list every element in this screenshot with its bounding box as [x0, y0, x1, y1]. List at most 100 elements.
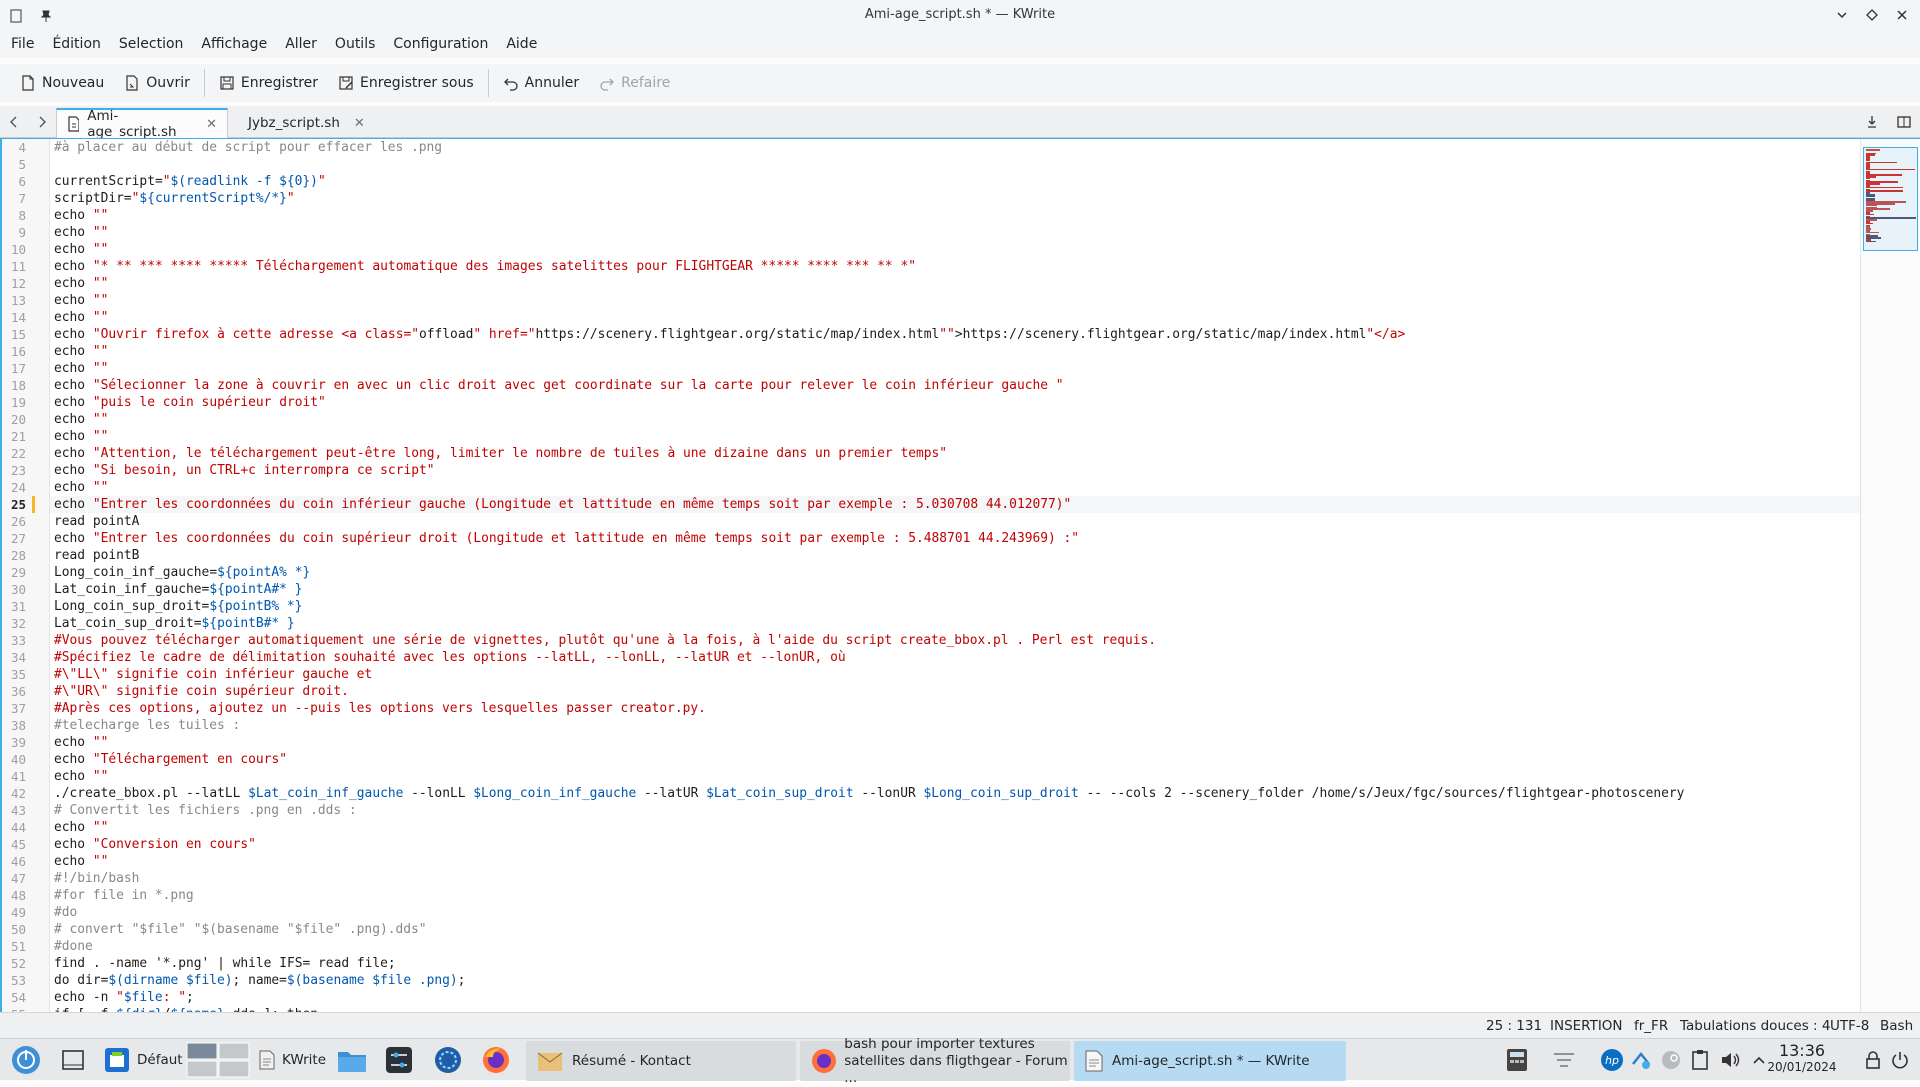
hp-printer-icon[interactable]: hp — [1600, 1043, 1624, 1077]
close-icon[interactable] — [1892, 5, 1912, 25]
code-line[interactable]: # Convertit les fichiers .png en .dds : — [54, 802, 357, 819]
code-line[interactable]: Long_coin_inf_gauche=${pointA% *} — [54, 564, 310, 581]
network-status-icon[interactable] — [1630, 1043, 1652, 1077]
code-line[interactable]: echo "" — [54, 275, 108, 292]
virtual-desktop-pager[interactable] — [186, 1042, 250, 1078]
code-line[interactable]: echo "Ouvrir firefox à cette adresse <a … — [54, 326, 1405, 343]
code-line[interactable]: echo "" — [54, 207, 108, 224]
kwrite-launcher[interactable]: KWrite — [258, 1043, 326, 1077]
clock[interactable]: 13:36 20/01/2024 — [1762, 1042, 1842, 1076]
cursor-position[interactable]: 25 : 131 — [1486, 1013, 1542, 1039]
code-line[interactable]: echo "Sélecionner la zone à couvrir en a… — [54, 377, 1064, 394]
code-line[interactable]: #done — [54, 938, 93, 955]
code-line[interactable]: #!/bin/bash — [54, 870, 139, 887]
code-line[interactable]: Lat_coin_inf_gauche=${pointA#* } — [54, 581, 302, 598]
code-line[interactable]: echo "Entrer les coordonnées du coin inf… — [54, 496, 1071, 513]
indentation-settings[interactable]: Tabulations douces : 4 — [1680, 1013, 1830, 1039]
encoding[interactable]: UTF-8 — [1830, 1013, 1869, 1039]
code-line[interactable]: #\"LL\" signifie coin inférieur gauche e… — [54, 666, 372, 683]
menu-edit[interactable]: Édition — [43, 30, 109, 58]
notifications-icon[interactable] — [1552, 1043, 1576, 1077]
code-line[interactable]: #à placer au début de script pour efface… — [54, 139, 442, 156]
code-line[interactable]: do dir=$(dirname $file); name=$(basename… — [54, 972, 465, 989]
menu-selection[interactable]: Selection — [110, 30, 193, 58]
code-line[interactable]: #telecharge les tuiles : — [54, 717, 240, 734]
code-line[interactable]: Lat_coin_sup_droit=${pointB#* } — [54, 615, 295, 632]
code-line[interactable]: echo "" — [54, 768, 108, 785]
minimap-scrollbar[interactable] — [1860, 139, 1920, 1013]
code-line[interactable]: #do — [54, 904, 77, 921]
split-view-icon[interactable] — [1894, 112, 1914, 132]
code-line[interactable]: echo "" — [54, 343, 108, 360]
pin-tab-icon[interactable] — [1862, 112, 1882, 132]
code-line[interactable]: #\"UR\" signifie coin supérieur droit. — [54, 683, 349, 700]
code-line[interactable]: scriptDir="${currentScript%/*}" — [54, 190, 295, 207]
code-line[interactable]: echo -n "$file: "; — [54, 989, 194, 1006]
code-line[interactable]: currentScript="$(readlink -f ${0})" — [54, 173, 326, 190]
code-line[interactable]: echo "" — [54, 479, 108, 496]
menu-settings[interactable]: Configuration — [384, 30, 497, 58]
syntax-mode[interactable]: Bash — [1880, 1013, 1913, 1039]
task-firefox-forum[interactable]: bash pour importer textures satellites d… — [800, 1036, 1070, 1086]
code-line[interactable]: echo "Conversion en cours" — [54, 836, 256, 853]
tab-close-icon[interactable]: ✕ — [206, 117, 217, 132]
maximize-icon[interactable] — [1862, 5, 1882, 25]
save-as-button[interactable]: Enregistrer sous — [328, 68, 484, 98]
system-settings-icon[interactable] — [384, 1043, 414, 1077]
activity-switcher[interactable]: Défaut — [103, 1043, 183, 1077]
code-line[interactable]: echo "" — [54, 309, 108, 326]
code-line[interactable]: echo "* ** *** **** ***** Téléchargement… — [54, 258, 916, 275]
code-line[interactable]: echo "" — [54, 819, 108, 836]
line-number-gutter[interactable]: 4 5 6 7 8 9 10 11 12 13 14 15 16 17 18 19 20 21 22 23 24 25 26… — [2, 139, 50, 1022]
volume-icon[interactable] — [1720, 1043, 1742, 1077]
undo-button[interactable]: Annuler — [493, 68, 589, 98]
input-mode[interactable]: INSERTION — [1550, 1013, 1623, 1039]
code-line[interactable]: #Spécifiez le cadre de délimitation souh… — [54, 649, 846, 666]
tab-ami-age-script[interactable]: Ami-age_script.sh ✕ — [56, 108, 228, 140]
chevron-left-icon[interactable] — [4, 112, 24, 132]
calculator-icon[interactable] — [1504, 1043, 1530, 1077]
code-line[interactable]: echo "Entrer les coordonnées du coin sup… — [54, 530, 1079, 547]
code-line[interactable]: echo "" — [54, 428, 108, 445]
code-line[interactable]: echo "" — [54, 360, 108, 377]
save-button[interactable]: Enregistrer — [209, 68, 328, 98]
code-line[interactable]: read pointB — [54, 547, 139, 564]
code-line[interactable]: #for file in *.png — [54, 887, 194, 904]
menu-view[interactable]: Affichage — [192, 30, 276, 58]
code-line[interactable]: echo "" — [54, 241, 108, 258]
task-kontact[interactable]: Résumé - Kontact — [526, 1041, 796, 1081]
tab-jybz-script[interactable]: Jybz_script.sh ✕ — [230, 108, 370, 138]
show-desktop-icon[interactable] — [60, 1043, 86, 1077]
code-line[interactable]: #Vous pouvez télécharger automatiquement… — [54, 632, 1156, 649]
power-icon[interactable] — [1890, 1043, 1910, 1077]
redo-button[interactable]: Refaire — [589, 68, 680, 98]
chevron-right-icon[interactable] — [32, 112, 52, 132]
code-line[interactable]: echo "Si besoin, un CTRL+c interrompra c… — [54, 462, 435, 479]
tab-close-icon[interactable]: ✕ — [354, 116, 365, 131]
menu-file[interactable]: File — [2, 30, 43, 58]
open-button[interactable]: Ouvrir — [114, 68, 200, 98]
code-line[interactable]: ./create_bbox.pl --latLL $Lat_coin_inf_g… — [54, 785, 1684, 802]
new-button[interactable]: Nouveau — [10, 68, 114, 98]
steam-tray-icon[interactable] — [1660, 1043, 1682, 1077]
code-line[interactable]: find . -name '*.png' | while IFS= read f… — [54, 955, 396, 972]
dictionary-language[interactable]: fr_FR — [1634, 1013, 1668, 1039]
task-kwrite[interactable]: Ami-age_script.sh * — KWrite — [1074, 1041, 1346, 1081]
code-line[interactable]: echo "" — [54, 224, 108, 241]
code-line[interactable]: read pointA — [54, 513, 139, 530]
code-line[interactable]: echo "puis le coin supérieur droit" — [54, 394, 326, 411]
clipboard-icon[interactable] — [1690, 1043, 1710, 1077]
menu-go[interactable]: Aller — [276, 30, 326, 58]
firefox-icon[interactable] — [481, 1043, 511, 1077]
code-line[interactable]: echo "" — [54, 411, 108, 428]
menu-tools[interactable]: Outils — [326, 30, 384, 58]
code-line[interactable]: echo "Téléchargement en cours" — [54, 751, 287, 768]
minimize-icon[interactable] — [1832, 5, 1852, 25]
code-line[interactable]: #Après ces options, ajoutez un --puis le… — [54, 700, 706, 717]
file-manager-icon[interactable] — [336, 1043, 368, 1077]
code-line[interactable]: Long_coin_sup_droit=${pointB% *} — [54, 598, 302, 615]
code-line[interactable]: echo "" — [54, 292, 108, 309]
text-editor[interactable]: 4 5 6 7 8 9 10 11 12 13 14 15 16 17 18 19 20 21 22 23 24 25 26… — [0, 138, 1920, 1022]
discover-icon[interactable] — [433, 1043, 463, 1077]
code-area[interactable]: #à placer au début de script pour efface… — [54, 139, 1860, 1013]
